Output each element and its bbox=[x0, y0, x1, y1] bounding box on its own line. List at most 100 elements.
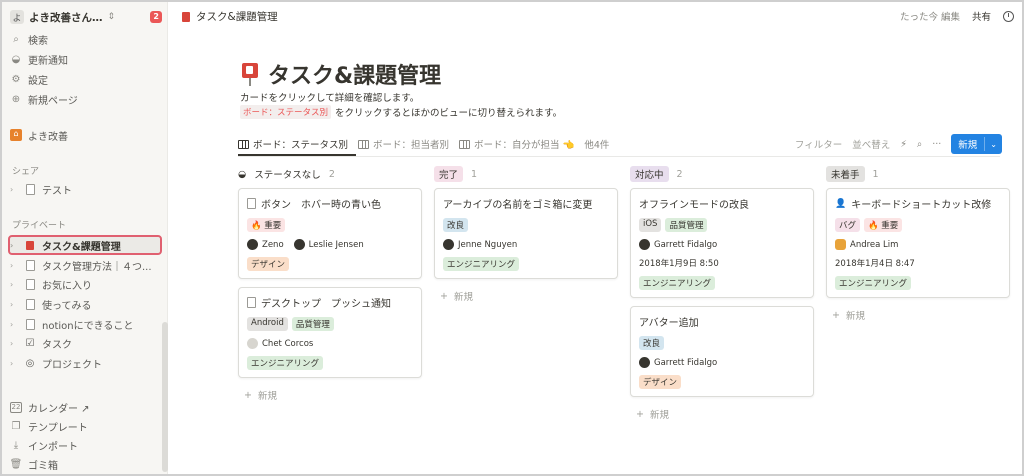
assignee-name: Andrea Lim bbox=[850, 239, 899, 250]
sidebar-item-label: タスク管理方法｜４つ... bbox=[42, 261, 152, 273]
filter-button[interactable]: フィルター bbox=[795, 137, 842, 151]
assignee: Andrea Lim bbox=[835, 239, 898, 250]
sidebar-item-label: インポート bbox=[28, 441, 78, 453]
column-header[interactable]: 完了 1 bbox=[434, 166, 618, 182]
sidebar-item-calendar[interactable]: 22 カレンダー ↗ bbox=[10, 398, 162, 416]
column-header[interactable]: ◒ ステータスなし 2 bbox=[238, 166, 422, 182]
board-column: 未着手 1 👤 キーボードショートカット改修 バグ 🔥 重要 Andrea Lim 2018年… bbox=[826, 166, 1010, 324]
task-card[interactable]: デスクトップ プッシュ通知 Android 品質管理 Chet Corcos エンジニア… bbox=[238, 287, 422, 378]
assignee: Garrett Fidalgo bbox=[639, 357, 717, 368]
view-actions: フィルター 並べ替え ⚡ ⌕ ··· 新規 ⌄ bbox=[795, 134, 1002, 154]
card-title-text: オフラインモードの改良 bbox=[639, 200, 749, 211]
add-card-button[interactable]: + 新規 bbox=[630, 405, 814, 423]
workspace-name: よき改善さん… bbox=[29, 11, 103, 24]
plus-icon: + bbox=[244, 389, 252, 401]
avatar bbox=[443, 239, 454, 250]
tab-board-mine[interactable]: ボード：自分が担当 👈 bbox=[459, 134, 574, 154]
chevron-right-icon: › bbox=[10, 299, 14, 309]
workspace-switcher[interactable]: よ よき改善さん… ⇕ 2 bbox=[10, 8, 162, 26]
assignee-name: Leslie Jensen bbox=[308, 239, 364, 250]
sidebar-scrollbar[interactable] bbox=[162, 322, 168, 472]
sidebar-item-label: notionにできること bbox=[42, 320, 134, 332]
category-tag: デザイン bbox=[639, 375, 682, 389]
avatar bbox=[247, 338, 258, 349]
add-card-button[interactable]: + 新規 bbox=[826, 306, 1010, 324]
sidebar-item-templates[interactable]: ❐ テンプレート bbox=[10, 417, 162, 435]
more-icon[interactable]: ··· bbox=[932, 139, 941, 150]
sidebar-item-task-method[interactable]: › タスク管理方法｜４つ... bbox=[10, 256, 162, 274]
tab-board-status[interactable]: ボード：ステータス別 bbox=[238, 134, 348, 154]
sidebar-item-new-page[interactable]: ⊕ 新規ページ bbox=[10, 90, 162, 108]
card-category: エンジニアリング bbox=[835, 276, 1001, 290]
more-views[interactable]: 他4件 bbox=[584, 134, 609, 154]
topbar: タスク&課題管理 たった今 編集 共有 bbox=[168, 2, 1022, 30]
card-tags: バグ 🔥 重要 bbox=[835, 218, 1001, 232]
assignee-name: Chet Corcos bbox=[262, 338, 314, 349]
checkbox-icon: ☑ bbox=[25, 337, 35, 349]
sidebar-item-task-management[interactable]: › タスク&課題管理 bbox=[10, 236, 162, 254]
tab-label: ボード：担当者別 bbox=[373, 140, 450, 151]
card-assignees: Jenne Nguyen bbox=[443, 239, 609, 250]
card-assignees: Garrett Fidalgo bbox=[639, 239, 805, 250]
search-icon[interactable]: ⌕ bbox=[917, 139, 922, 150]
card-tags: iOS 品質管理 bbox=[639, 218, 805, 232]
card-assignees: Chet Corcos bbox=[247, 338, 413, 349]
target-icon: ◎ bbox=[25, 357, 35, 369]
tag: 🔥 重要 bbox=[247, 218, 286, 232]
template-icon: ❐ bbox=[11, 420, 21, 432]
category-tag: エンジニアリング bbox=[443, 257, 520, 271]
task-card[interactable]: アバター追加 改良 Garrett Fidalgo デザイン bbox=[630, 306, 814, 397]
kanban-sign-icon bbox=[24, 239, 36, 252]
clock-icon[interactable] bbox=[1003, 10, 1014, 22]
page-icon bbox=[24, 318, 36, 331]
card-category: エンジニアリング bbox=[443, 257, 609, 271]
task-card[interactable]: オフラインモードの改良 iOS 品質管理 Garrett Fidalgo 2018年1月… bbox=[630, 188, 814, 298]
section-share: シェア bbox=[12, 167, 40, 177]
page-icon bbox=[24, 259, 36, 272]
add-card-button[interactable]: + 新規 bbox=[434, 287, 618, 305]
sidebar-item-label: お気に入り bbox=[42, 280, 92, 292]
sidebar-item-favorites[interactable]: › お気に入り bbox=[10, 275, 162, 293]
sidebar-item-try[interactable]: › 使ってみる bbox=[10, 295, 162, 313]
sidebar-item-tasks[interactable]: › ☑ タスク bbox=[10, 334, 162, 352]
sidebar-item-search[interactable]: ⌕ 検索 bbox=[10, 30, 162, 48]
sidebar-item-test[interactable]: › テスト bbox=[10, 180, 162, 198]
page-title[interactable]: タスク&課題管理 bbox=[268, 58, 441, 90]
kanban-sign-icon[interactable] bbox=[240, 62, 260, 86]
sidebar-item-trash[interactable]: 🗑 ゴミ箱 bbox=[10, 455, 162, 473]
breadcrumb[interactable]: タスク&課題管理 bbox=[182, 9, 278, 24]
sidebar-item-settings[interactable]: ⚙ 設定 bbox=[10, 70, 162, 88]
sidebar-item-projects[interactable]: › ◎ プロジェクト bbox=[10, 354, 162, 372]
assignee-name: Garrett Fidalgo bbox=[654, 357, 718, 368]
tab-board-assignee[interactable]: ボード：担当者別 bbox=[358, 134, 449, 154]
home-icon: ⌂ bbox=[10, 129, 22, 141]
avatar bbox=[835, 239, 846, 250]
chevron-right-icon: › bbox=[10, 184, 14, 194]
sidebar-item-home[interactable]: ⌂ よき改善 bbox=[10, 126, 162, 144]
tag: バグ bbox=[835, 218, 861, 232]
sidebar-item-label: タスク bbox=[42, 339, 72, 351]
avatar bbox=[247, 239, 258, 250]
add-card-button[interactable]: + 新規 bbox=[238, 386, 422, 404]
task-card[interactable]: ボタン ホバー時の青い色 🔥 重要 Zeno Leslie Jensen デザイン bbox=[238, 188, 422, 279]
chevron-right-icon: › bbox=[10, 338, 14, 348]
column-header[interactable]: 対応中 2 bbox=[630, 166, 814, 182]
chevron-right-icon: › bbox=[10, 319, 14, 329]
new-button[interactable]: 新規 ⌄ bbox=[951, 134, 1002, 154]
task-card[interactable]: 👤 キーボードショートカット改修 バグ 🔥 重要 Andrea Lim 2018年1月4日… bbox=[826, 188, 1010, 298]
assignee: Leslie Jensen bbox=[293, 239, 364, 250]
section-private: プライベート bbox=[12, 221, 67, 231]
avatar bbox=[639, 239, 650, 250]
sort-button[interactable]: 並べ替え bbox=[852, 137, 890, 151]
sidebar-item-import[interactable]: ⤓ インポート bbox=[10, 436, 162, 454]
chevron-down-icon[interactable]: ⌄ bbox=[985, 140, 1002, 149]
lightning-icon[interactable]: ⚡ bbox=[900, 139, 907, 150]
column-header[interactable]: 未着手 1 bbox=[826, 166, 1010, 182]
share-button[interactable]: 共有 bbox=[972, 9, 991, 23]
sidebar-item-notion-can[interactable]: › notionにできること bbox=[10, 315, 162, 333]
task-card[interactable]: アーカイブの名前をゴミ箱に変更 改良 Jenne Nguyen エンジニアリング bbox=[434, 188, 618, 279]
gear-icon: ⚙ bbox=[11, 73, 21, 85]
kanban-sign-icon bbox=[182, 11, 190, 22]
page-icon bbox=[24, 278, 36, 291]
sidebar-item-updates[interactable]: ◒ 更新通知 bbox=[10, 50, 162, 68]
